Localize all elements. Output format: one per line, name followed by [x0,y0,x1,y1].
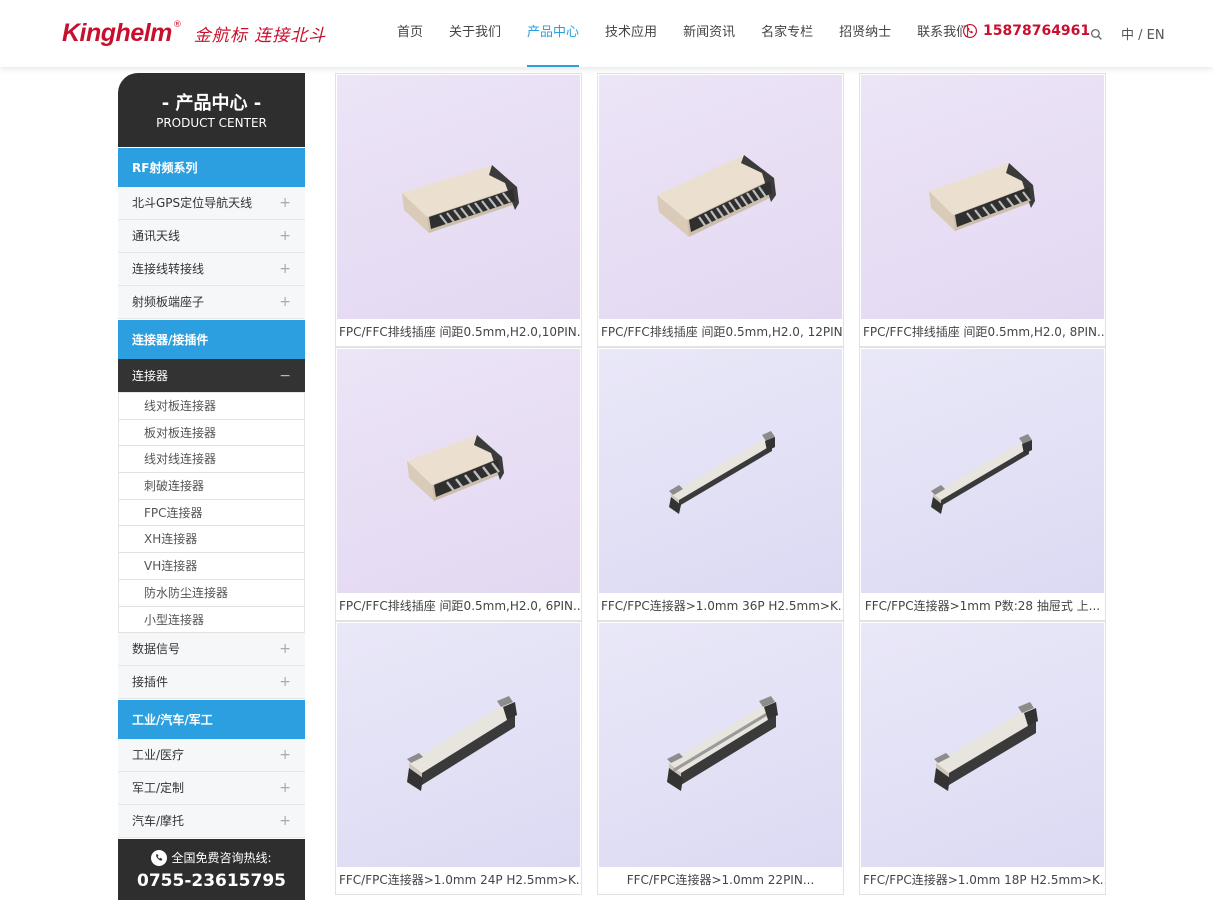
product-caption[interactable]: FPC/FFC排线插座 间距0.5mm,H2.0, 8PIN... [860,319,1105,346]
sidebar-subitem-vh[interactable]: VH连接器 [118,553,305,580]
product-caption[interactable]: FFC/FPC连接器>1.0mm 24P H2.5mm>K... [336,867,581,894]
site-header: Kinghelm ® 金航标 连接北斗 首页 关于我们 产品中心 技术应用 新闻… [0,0,1213,67]
nav-contact[interactable]: 联系我们 [917,0,969,67]
search-icon[interactable] [1090,26,1103,45]
logo-slogan: 金航标 连接北斗 [193,25,327,46]
product-image[interactable] [599,623,842,867]
sidebar-category-rf[interactable]: RF射频系列 [118,147,305,187]
nav-column[interactable]: 名家专栏 [761,0,813,67]
product-card[interactable]: FFC/FPC连接器>1.0mm 24P H2.5mm>K... [335,621,582,895]
product-image[interactable] [337,75,580,319]
product-caption[interactable]: FFC/FPC连接器>1.0mm 22PIN... [598,867,843,894]
product-image[interactable] [599,75,842,319]
nav-home[interactable]: 首页 [397,0,423,67]
hotline-label: 全国免费咨询热线: [171,851,272,866]
sidebar-category-industrial[interactable]: 工业/汽车/军工 [118,699,305,740]
sidebar-item-plug[interactable]: 接插件 + [118,666,305,700]
sidebar-item-connector-open[interactable]: 连接器 − [118,359,305,393]
phone-icon [151,849,168,866]
product-card[interactable]: FFC/FPC连接器>1.0mm 36P H2.5mm>K... [597,347,844,621]
header-phone-number: 15878764961 [983,23,1091,39]
sidebar-item-rf-board-socket[interactable]: 射频板端座子 + [118,286,305,319]
product-card[interactable]: FPC/FFC排线插座 间距0.5mm,H2.0, 12PIN... [597,73,844,347]
sidebar-item-label: 汽车/摩托 [132,814,185,829]
sidebar-header: - 产品中心 - PRODUCT CENTER [118,73,305,147]
product-card[interactable]: FFC/FPC连接器>1.0mm 18P H2.5mm>K... [859,621,1106,895]
sidebar-item-label: 连接线转接线 [132,262,205,276]
expand-plus-icon[interactable]: + [279,772,291,805]
sidebar-subitem-board-to-board[interactable]: 板对板连接器 [118,419,305,447]
logo[interactable]: Kinghelm ® 金航标 连接北斗 [62,16,326,50]
sidebar-item-comm-antenna[interactable]: 通讯天线 + [118,220,305,253]
expand-plus-icon[interactable]: + [279,805,291,838]
product-card[interactable]: FFC/FPC连接器>1.0mm 22PIN... [597,621,844,895]
product-caption[interactable]: FPC/FFC排线插座 间距0.5mm,H2.0,10PIN... [336,319,581,346]
product-caption[interactable]: FFC/FPC连接器>1.0mm 36P H2.5mm>K... [598,593,843,620]
logo-brand: Kinghelm [62,18,172,47]
expand-plus-icon[interactable]: + [279,187,291,220]
product-image[interactable] [337,349,580,593]
sidebar-subitem-wire-to-board[interactable]: 线对板连接器 [118,393,305,420]
sidebar-item-label: 射频板端座子 [132,295,205,309]
expand-plus-icon[interactable]: + [279,666,291,699]
sidebar-item-label: 连接器 [132,369,169,383]
product-card[interactable]: FPC/FFC排线插座 间距0.5mm,H2.0, 8PIN... [859,73,1106,347]
product-caption[interactable]: FPC/FFC排线插座 间距0.5mm,H2.0, 6PIN... [336,593,581,620]
sidebar-item-label: 工业/医疗 [132,748,185,763]
sidebar-item-automotive[interactable]: 汽车/摩托 + [118,805,305,839]
nav-tech[interactable]: 技术应用 [605,0,657,67]
sidebar-item-label: 军工/定制 [132,781,185,796]
expand-plus-icon[interactable]: + [279,739,291,772]
sidebar-subitem-wire-to-wire[interactable]: 线对线连接器 [118,446,305,474]
expand-plus-icon[interactable]: + [279,633,291,666]
product-card[interactable]: FPC/FFC排线插座 间距0.5mm,H2.0, 6PIN... [335,347,582,621]
expand-plus-icon[interactable]: + [279,220,291,253]
product-sidebar: - 产品中心 - PRODUCT CENTER RF射频系列 北斗GPS定位导航… [118,73,305,901]
product-image[interactable] [861,75,1104,319]
product-card[interactable]: FFC/FPC连接器>1mm P数:28 抽屉式 上... [859,347,1106,621]
sidebar-item-label: 数据信号 [132,642,181,657]
nav-products[interactable]: 产品中心 [527,0,580,67]
product-caption[interactable]: FFC/FPC连接器>1.0mm 18P H2.5mm>K... [860,867,1105,894]
product-caption[interactable]: FFC/FPC连接器>1mm P数:28 抽屉式 上... [860,593,1105,620]
language-switch[interactable]: 中 / EN [1121,24,1165,43]
sidebar-item-industrial-medical[interactable]: 工业/医疗 + [118,739,305,773]
sidebar-item-cable-adapter[interactable]: 连接线转接线 + [118,253,305,286]
sidebar-item-data-signal[interactable]: 数据信号 + [118,633,305,667]
collapse-minus-icon[interactable]: − [279,359,291,393]
sidebar-category-connectors[interactable]: 连接器/接插件 [118,319,305,359]
sidebar-subitem-waterproof[interactable]: 防水防尘连接器 [118,579,305,607]
header-phone[interactable]: 15878764961 [963,23,1090,39]
sidebar-subitem-fpc[interactable]: FPC连接器 [118,499,305,527]
product-card[interactable]: FPC/FFC排线插座 间距0.5mm,H2.0,10PIN... [335,73,582,347]
hotline-number[interactable]: 0755-23615795 [118,871,305,891]
product-image[interactable] [599,349,842,593]
sidebar-item-label: 北斗GPS定位导航天线 [132,196,253,210]
sidebar-item-label: 接插件 [132,675,169,690]
product-caption[interactable]: FPC/FFC排线插座 间距0.5mm,H2.0, 12PIN... [598,319,843,346]
sidebar-title-cn: - 产品中心 - [161,93,262,114]
sidebar-item-gps-antenna[interactable]: 北斗GPS定位导航天线 + [118,187,305,220]
sidebar-subitem-xh[interactable]: XH连接器 [118,526,305,554]
main-nav: 首页 关于我们 产品中心 技术应用 新闻资讯 名家专栏 招贤纳士 联系我们 [397,0,995,67]
expand-plus-icon[interactable]: + [279,286,291,319]
expand-plus-icon[interactable]: + [279,253,291,286]
nav-news[interactable]: 新闻资讯 [683,0,735,67]
logo-registered-mark: ® [172,20,182,30]
phone-icon [963,24,977,38]
sidebar-hotline: 全国免费咨询热线: 0755-23615795 [118,838,305,901]
product-image[interactable] [861,349,1104,593]
sidebar-item-label: 通讯天线 [132,229,181,243]
sidebar-item-military[interactable]: 军工/定制 + [118,772,305,806]
sidebar-title-en: PRODUCT CENTER [156,116,267,130]
product-image[interactable] [861,623,1104,867]
sidebar-subitem-mini[interactable]: 小型连接器 [118,606,305,634]
nav-about[interactable]: 关于我们 [449,0,501,67]
nav-jobs[interactable]: 招贤纳士 [839,0,891,67]
product-image[interactable] [337,623,580,867]
sidebar-subitem-idc[interactable]: 刺破连接器 [118,473,305,500]
